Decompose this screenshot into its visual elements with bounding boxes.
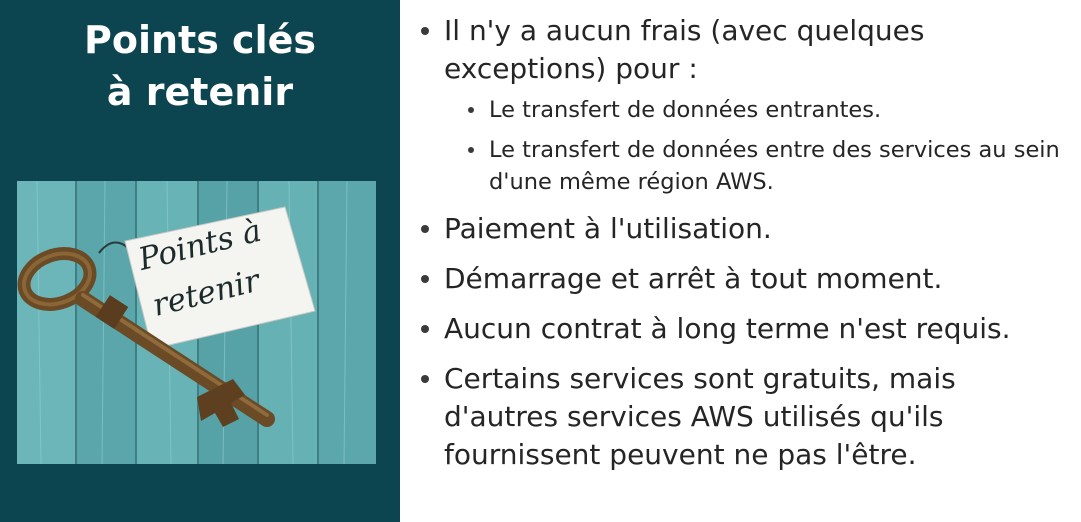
bullet-text: Aucun contrat à long terme n'est requis. — [444, 312, 1011, 345]
bullet-text: Paiement à l'utilisation. — [444, 212, 772, 245]
sidebar-panel: Points clés à retenir Points à retenir — [0, 0, 400, 522]
bullet-list: Il n'y a aucun frais (avec quelques exce… — [420, 12, 1070, 474]
bullet-text: Certains services sont gratuits, mais d'… — [444, 362, 956, 471]
bullet-item: Aucun contrat à long terme n'est requis. — [420, 310, 1070, 348]
bullet-dot-icon — [421, 325, 429, 333]
sub-bullet-item: Le transfert de données entre des servic… — [444, 134, 1070, 198]
bullet-dot-icon — [421, 225, 429, 233]
sidebar-title: Points clés à retenir — [0, 14, 400, 118]
bullet-text: Démarrage et arrêt à tout moment. — [444, 262, 943, 295]
bullet-item: Il n'y a aucun frais (avec quelques exce… — [420, 12, 1070, 198]
bullet-item: Paiement à l'utilisation. — [420, 210, 1070, 248]
sub-bullet-dot-icon — [468, 107, 474, 113]
sub-bullet-item: Le transfert de données entrantes. — [444, 94, 1070, 126]
sub-bullet-dot-icon — [468, 147, 474, 153]
key-illustration — [17, 181, 376, 464]
bullet-dot-icon — [421, 375, 429, 383]
sidebar-title-line1: Points clés — [84, 18, 316, 62]
bullet-item: Certains services sont gratuits, mais d'… — [420, 360, 1070, 474]
bullet-dot-icon — [421, 275, 429, 283]
bullet-item: Démarrage et arrêt à tout moment. — [420, 260, 1070, 298]
sub-bullet-text: Le transfert de données entrantes. — [489, 97, 882, 123]
sub-bullet-list: Le transfert de données entrantes. Le tr… — [444, 94, 1070, 198]
bullet-text: Il n'y a aucun frais (avec quelques exce… — [444, 14, 925, 85]
sub-bullet-text: Le transfert de données entre des servic… — [489, 137, 1060, 195]
sidebar-title-line2: à retenir — [106, 70, 294, 114]
key-tag-photo: Points à retenir — [17, 181, 376, 464]
bullet-list-area: Il n'y a aucun frais (avec quelques exce… — [420, 12, 1070, 486]
bullet-dot-icon — [421, 27, 429, 35]
